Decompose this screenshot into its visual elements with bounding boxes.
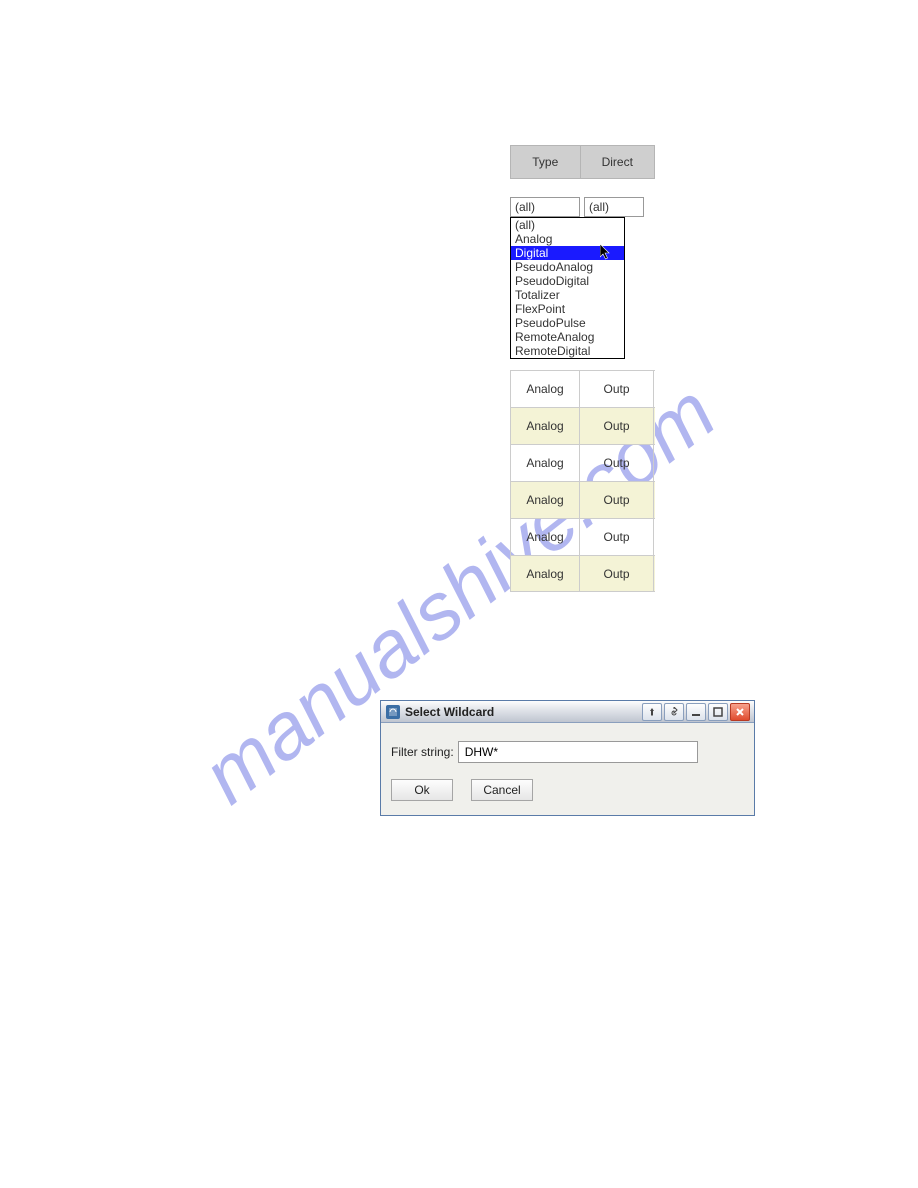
refresh-button[interactable] [664,703,684,721]
minimize-button[interactable] [686,703,706,721]
cancel-button[interactable]: Cancel [471,779,533,801]
select-wildcard-dialog: Select Wildcard [380,700,755,816]
filter-direct-select[interactable]: (all) [584,197,644,217]
table-row[interactable]: Analog Outp [510,481,655,518]
cell-direct: Outp [580,482,654,518]
cell-type: Analog [510,408,580,444]
close-button[interactable] [730,703,750,721]
cell-type: Analog [510,482,580,518]
dropdown-option-remotedigital[interactable]: RemoteDigital [511,344,624,358]
cell-type: Analog [510,519,580,555]
maximize-button[interactable] [708,703,728,721]
table-row[interactable]: Analog Outp [510,518,655,555]
cell-direct: Outp [580,408,654,444]
dropdown-option-pseudoanalog[interactable]: PseudoAnalog [511,260,624,274]
table-fragment: Type Direct (all) (all) (all) Analog Dig… [510,145,655,217]
table-row[interactable]: Analog Outp [510,444,655,481]
table-row[interactable]: Analog Outp [510,407,655,444]
filter-string-row: Filter string: [391,741,744,763]
table-row[interactable]: Analog Outp [510,555,655,592]
cell-direct: Outp [580,556,654,591]
cell-type: Analog [510,371,580,407]
filter-string-input[interactable] [458,741,698,763]
filter-type-select[interactable]: (all) [510,197,580,217]
dropdown-option-analog[interactable]: Analog [511,232,624,246]
table-row[interactable]: Analog Outp [510,370,655,407]
dialog-body: Filter string: Ok Cancel [381,723,754,815]
column-header-direct[interactable]: Direct [581,146,654,178]
minimize-icon [691,707,701,717]
pin-button[interactable] [642,703,662,721]
cell-direct: Outp [580,519,654,555]
cell-direct: Outp [580,371,654,407]
dropdown-option-digital[interactable]: Digital [511,246,624,260]
dialog-button-row: Ok Cancel [391,779,744,801]
dropdown-option-pseudopulse[interactable]: PseudoPulse [511,316,624,330]
filter-row: (all) (all) [510,197,655,217]
table-header-row: Type Direct [510,145,655,179]
dialog-titlebar[interactable]: Select Wildcard [381,701,754,723]
titlebar-buttons [642,703,750,721]
maximize-icon [713,707,723,717]
column-header-type[interactable]: Type [511,146,581,178]
pin-icon [647,707,657,717]
dropdown-option-flexpoint[interactable]: FlexPoint [511,302,624,316]
dropdown-option-remoteanalog[interactable]: RemoteAnalog [511,330,624,344]
cell-type: Analog [510,556,580,591]
type-dropdown-list[interactable]: (all) Analog Digital PseudoAnalog Pseudo… [510,217,625,359]
dropdown-option-pseudodigital[interactable]: PseudoDigital [511,274,624,288]
cell-direct: Outp [580,445,654,481]
cell-type: Analog [510,445,580,481]
dialog-app-icon [385,704,401,720]
filter-string-label: Filter string: [391,745,454,759]
dropdown-option-totalizer[interactable]: Totalizer [511,288,624,302]
close-icon [735,707,745,717]
table-body-visible: Analog Outp Analog Outp Analog Outp Anal… [510,370,655,592]
dialog-title: Select Wildcard [405,705,642,719]
refresh-icon [669,707,679,717]
dropdown-option-all[interactable]: (all) [511,218,624,232]
ok-button[interactable]: Ok [391,779,453,801]
